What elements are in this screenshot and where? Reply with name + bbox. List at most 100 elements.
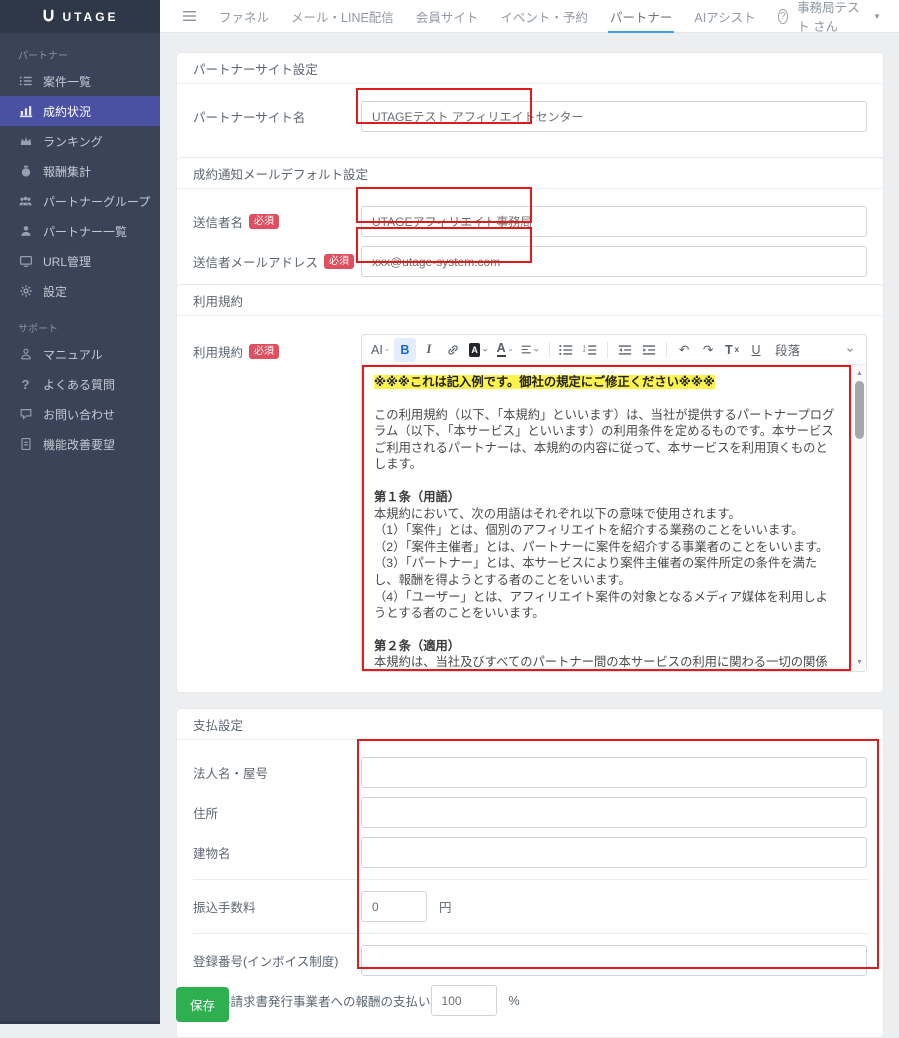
terms-line: （4）「ユーザー」とは、アフィリエイト案件の対象となるメディア媒体を利用しようと… [374, 589, 839, 622]
sidebar-item-label: 設定 [43, 283, 67, 300]
sidebar-item-seiyaku-jokyo[interactable]: 成約状況 [0, 96, 160, 126]
required-badge: 必須 [249, 344, 279, 359]
required-badge: 必須 [249, 214, 279, 229]
document-icon [18, 437, 33, 452]
building-name-input[interactable] [361, 837, 867, 868]
partner-site-name-label: パートナーサイト名 [193, 107, 361, 126]
sidebar-item-feature-request[interactable]: 機能改善要望 [0, 429, 160, 459]
terms-line: （2）「案件主催者」とは、パートナーに案件を紹介する事業者のことをいいます。 [374, 539, 839, 556]
underline-button[interactable]: U [745, 338, 767, 362]
crown-icon [18, 134, 33, 149]
corporate-name-input[interactable] [361, 757, 867, 788]
sidebar-item-label: よくある質問 [43, 376, 115, 393]
sidebar-item-settings[interactable]: 設定 [0, 276, 160, 306]
sidebar-item-partner-ichiran[interactable]: パートナー一覧 [0, 216, 160, 246]
scroll-down-icon[interactable]: ▼ [852, 656, 867, 669]
terms-line: ※※※これは記入例です。御社の規定にご修正ください※※※ [374, 374, 839, 391]
gear-icon [18, 284, 33, 299]
chevron-down-icon [846, 346, 854, 354]
invoice-number-label: 登録番号(インボイス制度) [193, 951, 361, 970]
paragraph-style-dropdown[interactable]: 段落 [769, 338, 860, 362]
nav-item-event[interactable]: イベント・予約 [500, 0, 588, 33]
logo[interactable]: UTAGE [0, 0, 160, 33]
logo-text: UTAGE [62, 10, 118, 24]
sidebar-item-label: マニュアル [43, 346, 103, 363]
terms-line: 本規約は、当社及びすべてのパートナー間の本サービスの利用に関わる一切の関係に適用… [374, 654, 839, 671]
terms-line: 本規約において、次の用語はそれぞれ以下の意味で使用されます。 [374, 506, 839, 523]
text-color-button[interactable]: A [494, 338, 516, 362]
editor-scrollbar[interactable]: ▲ ▼ [851, 365, 866, 671]
nonqualified-payment-input[interactable] [431, 985, 497, 1016]
card-title: パートナーサイト設定 [177, 53, 883, 84]
terms-heading: 第２条（適用） [374, 638, 839, 655]
italic-button[interactable]: I [418, 338, 440, 362]
transfer-fee-input[interactable] [361, 891, 427, 922]
redo-button[interactable]: ↷ [697, 338, 719, 362]
outdent-button[interactable] [614, 338, 636, 362]
nonqualified-payment-unit: % [509, 994, 520, 1008]
align-button[interactable] [518, 338, 543, 362]
card-title: 成約通知メールデフォルト設定 [177, 158, 883, 189]
browser-icon [18, 254, 33, 269]
terms-content[interactable]: ※※※これは記入例です。御社の規定にご修正ください※※※ この利用規約（以下、「… [362, 365, 851, 671]
sidebar-item-label: 報酬集計 [43, 163, 91, 180]
terms-line: （1）「案件」とは、個別のアフィリエイトを紹介する業務のことをいいます。 [374, 522, 839, 539]
hamburger-menu-icon[interactable] [182, 0, 197, 33]
invoice-number-input[interactable] [361, 945, 867, 976]
list-icon [18, 74, 33, 89]
bullet-list-button[interactable] [555, 338, 577, 362]
bold-button[interactable]: B [394, 338, 416, 362]
scrollbar-thumb[interactable] [855, 381, 864, 439]
money-bag-icon [18, 164, 33, 179]
nav-item-funnel[interactable]: ファネル [219, 0, 269, 33]
sidebar-item-faq[interactable]: ? よくある質問 [0, 369, 160, 399]
sidebar-section-support: サポート [0, 306, 160, 339]
sidebar-item-label: パートナー一覧 [43, 223, 127, 240]
help-icon[interactable]: ? [778, 9, 788, 24]
highlight-color-button[interactable]: A [466, 338, 492, 362]
editor-toolbar: AI B I A A 12 ↶ [362, 335, 866, 365]
card-title: 利用規約 [177, 285, 883, 316]
save-button[interactable]: 保存 [176, 987, 229, 1022]
sidebar-item-label: お問い合わせ [43, 406, 115, 423]
chevron-down-icon [385, 346, 389, 354]
sender-name-label: 送信者名 [193, 212, 243, 231]
sidebar-item-label: URL管理 [43, 253, 91, 270]
person-outline-icon [18, 347, 33, 362]
chat-icon [18, 407, 33, 422]
sidebar-item-label: 機能改善要望 [43, 436, 115, 453]
sidebar-item-hoshu-shukei[interactable]: 報酬集計 [0, 156, 160, 186]
nav-item-partner[interactable]: パートナー [610, 0, 673, 33]
sender-email-input[interactable] [361, 246, 867, 277]
sidebar-item-anken-ichiran[interactable]: 案件一覧 [0, 66, 160, 96]
user-menu-name[interactable]: 事務局テスト さん [797, 0, 864, 35]
sidebar-item-ranking[interactable]: ランキング [0, 126, 160, 156]
indent-button[interactable] [638, 338, 660, 362]
link-button[interactable] [442, 338, 464, 362]
nav-item-ai-assist[interactable]: AIアシスト [694, 0, 755, 33]
card-mail-default-settings: 成約通知メールデフォルト設定 送信者名 必須 送信者メールアドレス 必須 [176, 157, 884, 303]
rich-text-editor: AI B I A A 12 ↶ [361, 334, 867, 672]
caret-down-icon[interactable]: ▼ [873, 12, 881, 21]
ai-dropdown-button[interactable]: AI [368, 338, 392, 362]
utage-logo-icon [41, 9, 56, 24]
sidebar-item-contact[interactable]: お問い合わせ [0, 399, 160, 429]
nav-item-member-site[interactable]: 会員サイト [416, 0, 479, 33]
sidebar-item-label: 成約状況 [43, 103, 91, 120]
divider [193, 933, 867, 934]
address-input[interactable] [361, 797, 867, 828]
clear-format-button[interactable]: Tx [721, 338, 743, 362]
sidebar-item-partner-group[interactable]: パートナーグループ [0, 186, 160, 216]
card-partner-site-settings: パートナーサイト設定 パートナーサイト名 [176, 52, 884, 162]
undo-button[interactable]: ↶ [673, 338, 695, 362]
scroll-up-icon[interactable]: ▲ [852, 367, 867, 380]
nav-item-mail-line[interactable]: メール・LINE配信 [291, 0, 394, 33]
terms-line: この利用規約（以下、「本規約」といいます）は、当社が提供するパートナープログラム… [374, 407, 839, 473]
chevron-down-icon [508, 346, 513, 354]
sidebar-item-manual[interactable]: マニュアル [0, 339, 160, 369]
sidebar-item-url-kanri[interactable]: URL管理 [0, 246, 160, 276]
numbered-list-button[interactable]: 12 [579, 338, 601, 362]
partner-site-name-input[interactable] [361, 101, 867, 132]
divider [193, 879, 867, 880]
sender-name-input[interactable] [361, 206, 867, 237]
